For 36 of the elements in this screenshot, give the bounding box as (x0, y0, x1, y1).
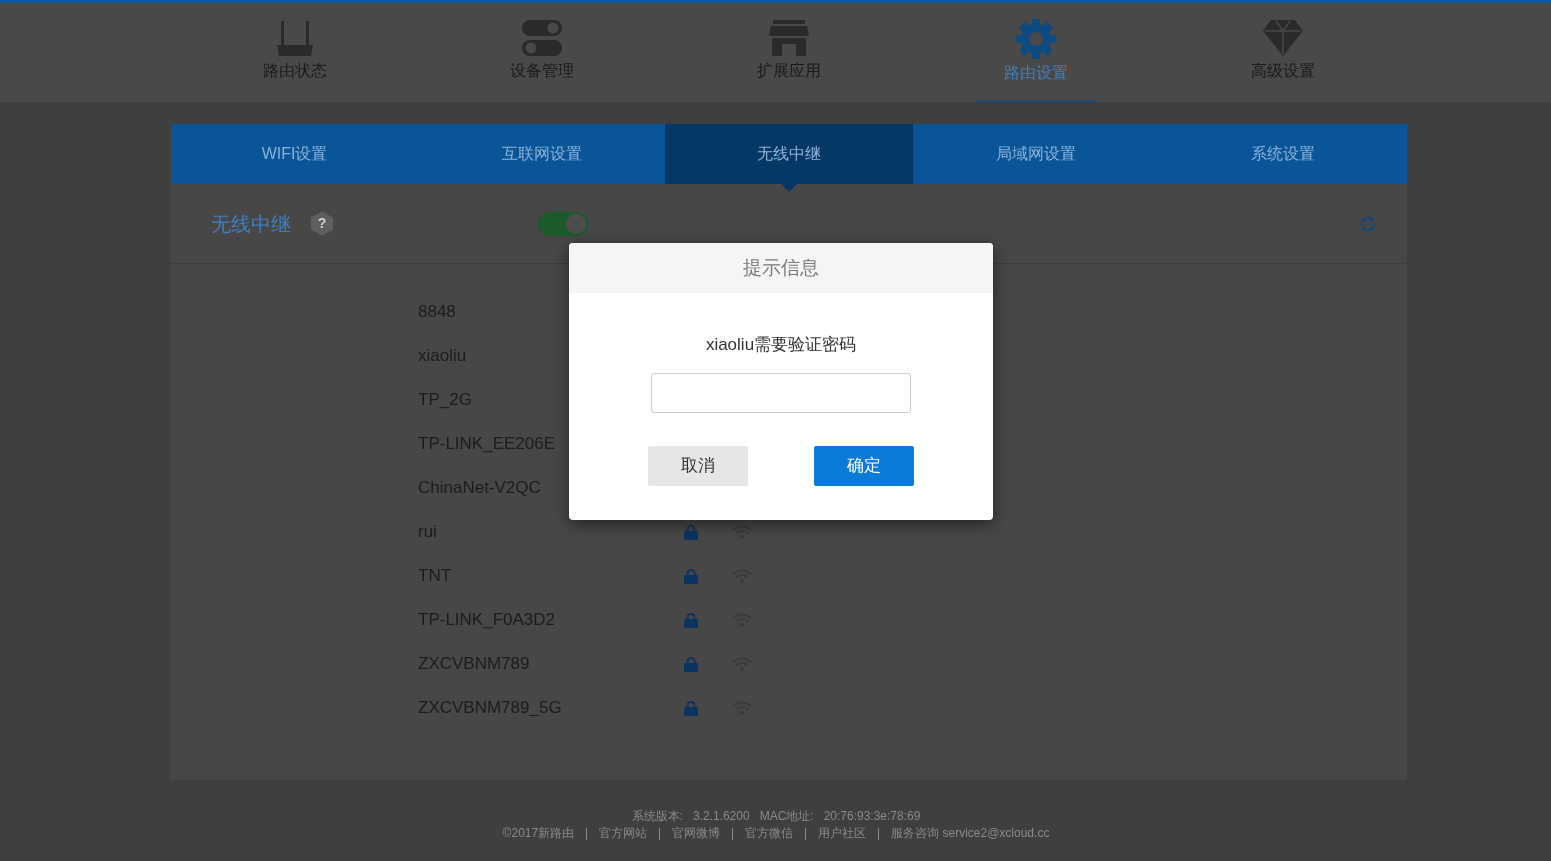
toggles-icon (521, 19, 562, 57)
tab[interactable]: 互联网设置 (418, 124, 666, 184)
wifi-icon (732, 524, 752, 540)
footer-link[interactable]: 官网微博 (672, 825, 721, 842)
footer-value: 3.2.1.6200 (692, 808, 750, 825)
section-title: 无线中继 (211, 211, 291, 237)
store-icon (768, 19, 809, 57)
footer-link[interactable]: 服务咨询 service2@xcloud.cc (891, 825, 1050, 842)
tab[interactable]: WIFI设置 (171, 124, 419, 184)
help-icon[interactable]: ? (311, 211, 333, 236)
gear-icon (1015, 19, 1056, 59)
confirm-button[interactable]: 确定 (814, 446, 914, 486)
lock-icon (684, 700, 698, 716)
diamond-icon (1262, 19, 1303, 57)
lock-icon (684, 656, 698, 672)
copyright-text: ©2017新路由 (502, 825, 575, 842)
footer-value: 20:76:93:3e:78:69 (823, 808, 921, 825)
lock-icon (684, 568, 698, 584)
toggle-switch[interactable] (538, 211, 588, 236)
nav-item[interactable]: 路由设置 (975, 3, 1096, 102)
footer-link[interactable]: 官方网站 (599, 825, 648, 842)
tab[interactable]: 局域网设置 (912, 124, 1160, 184)
cancel-button[interactable]: 取消 (648, 446, 748, 486)
lock-icon (684, 612, 698, 628)
footer-link[interactable]: 用户社区 (818, 825, 867, 842)
dialog-title: 提示信息 (569, 243, 993, 293)
password-field[interactable] (651, 373, 911, 413)
refresh-icon[interactable] (1359, 214, 1377, 233)
footer-label: 系统版本: (631, 808, 683, 825)
lock-icon (684, 524, 698, 540)
router-icon (274, 19, 315, 57)
tab[interactable]: 无线中继 (665, 124, 913, 184)
footer-label: MAC地址: (759, 808, 814, 825)
footer-link[interactable]: 官方微信 (745, 825, 794, 842)
tab[interactable]: 系统设置 (1159, 124, 1407, 184)
dialog-message: xiaoliu需要验证密码 (704, 334, 858, 356)
